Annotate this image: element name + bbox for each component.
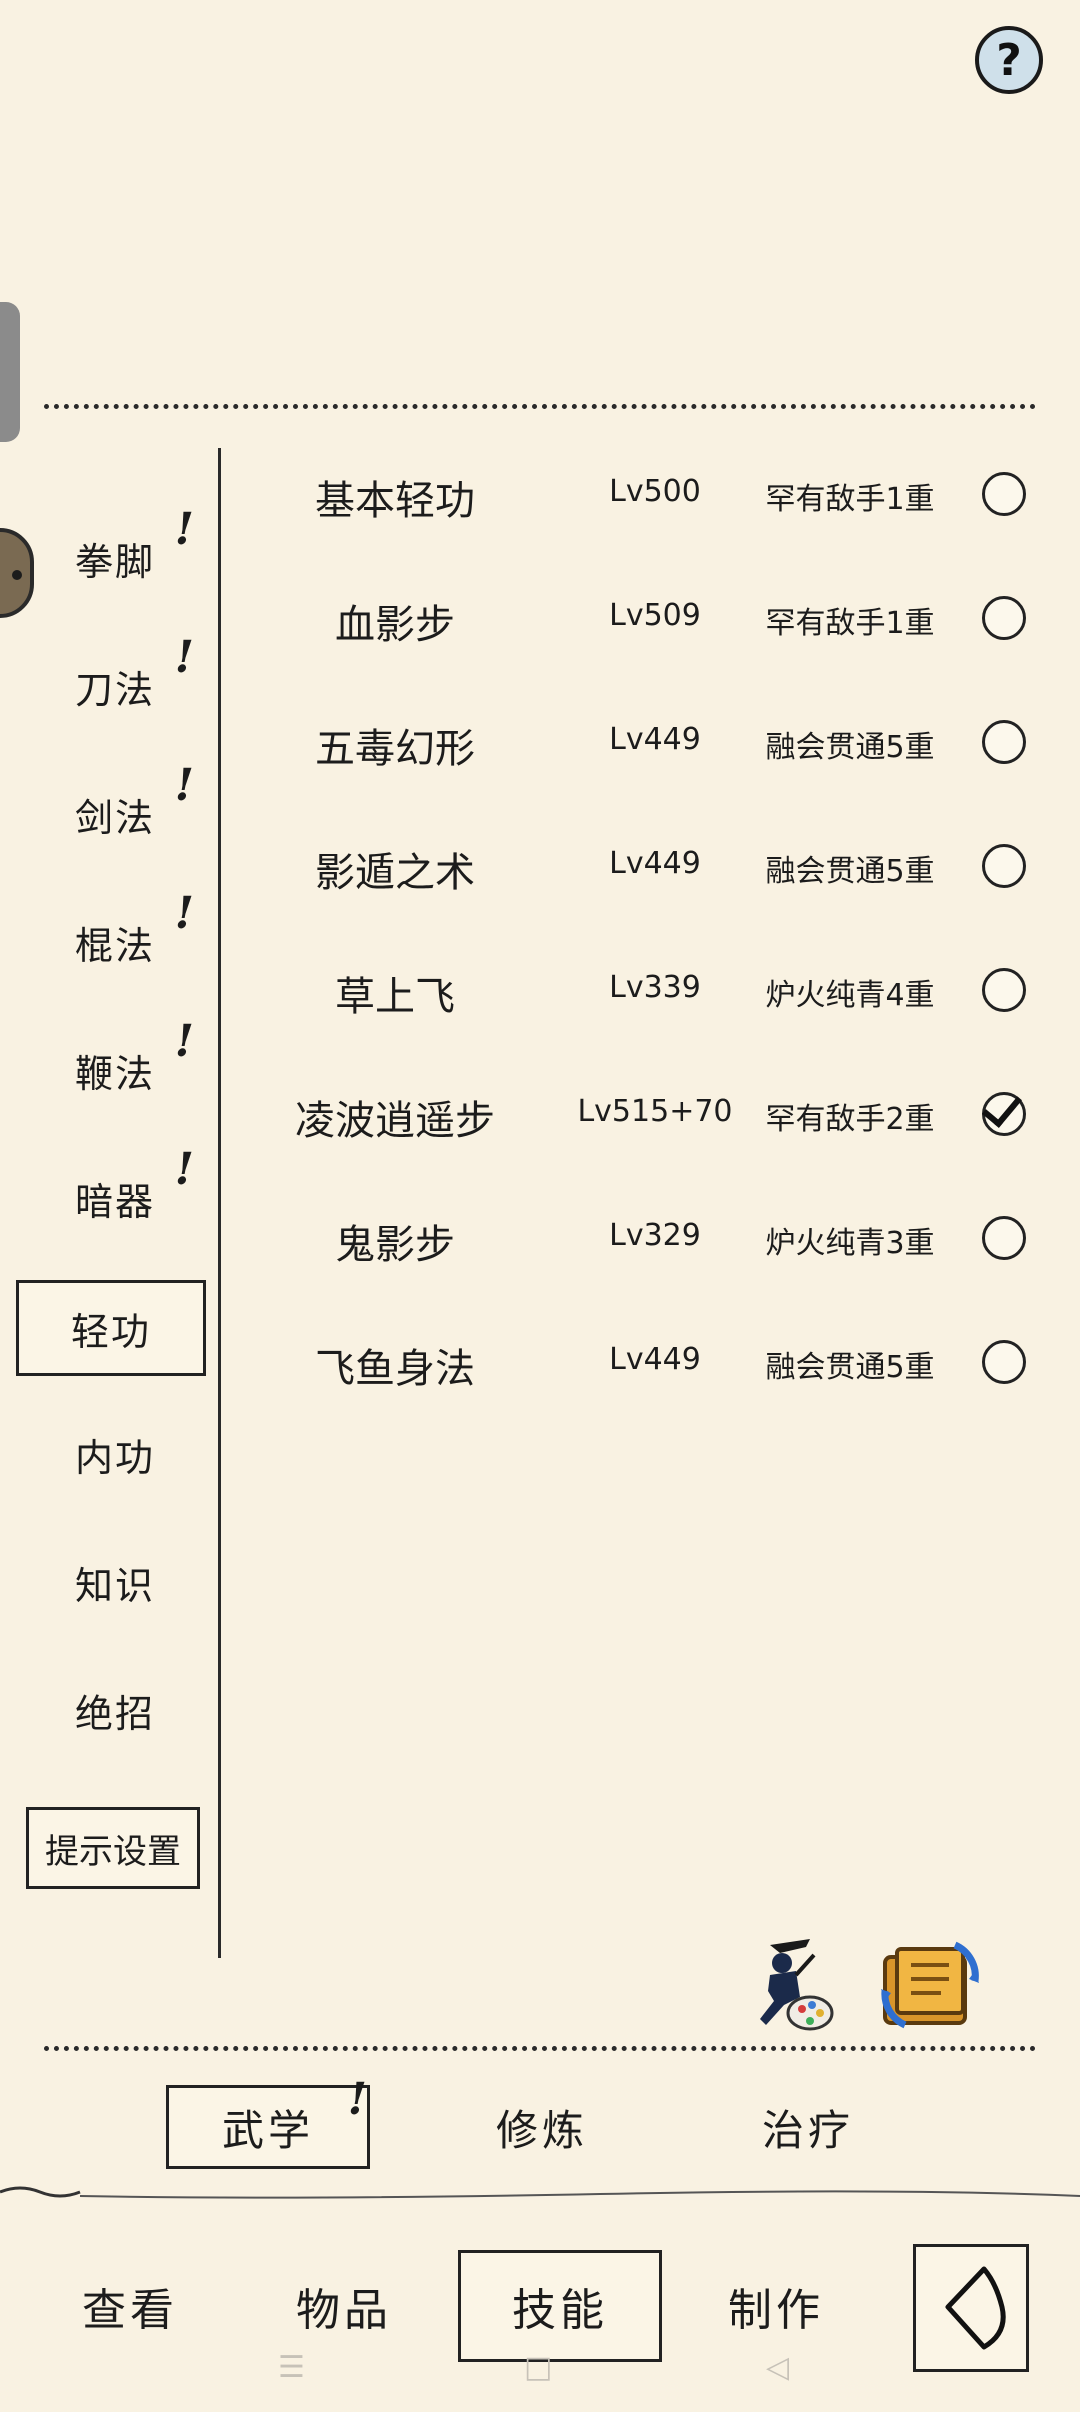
skill-rank: 融会贯通5重 (765, 1350, 935, 1385)
skill-row[interactable]: 五毒幻形 Lv449 融会贯通5重 (240, 690, 1050, 790)
skill-toggle[interactable] (982, 1216, 1026, 1260)
nav-view[interactable]: 查看 (50, 2250, 210, 2362)
skill-row[interactable]: 草上飞 Lv339 炉火纯青4重 (240, 938, 1050, 1038)
sidebar-item-gunfa[interactable]: 棍法! (40, 888, 194, 978)
skill-toggle[interactable] (982, 720, 1026, 764)
system-menu-icon[interactable]: ☰ (278, 2350, 305, 2385)
skill-name: 基本轻功 (315, 478, 475, 524)
back-button[interactable] (913, 2244, 1029, 2372)
skill-name: 五毒幻形 (315, 726, 475, 772)
help-icon: ? (996, 34, 1022, 86)
alert-icon: ! (347, 2074, 371, 2125)
bottom-divider (44, 2046, 1036, 2051)
skill-name: 鬼影步 (335, 1222, 455, 1268)
skill-name: 飞鱼身法 (315, 1346, 475, 1392)
skill-rank: 融会贯通5重 (765, 854, 935, 889)
skill-level: Lv500 (609, 474, 701, 509)
alert-icon: ! (174, 504, 196, 555)
skill-row[interactable]: 凌波逍遥步 Lv515+70 罕有敌手2重 (240, 1062, 1050, 1162)
skill-row[interactable]: 鬼影步 Lv329 炉火纯青3重 (240, 1186, 1050, 1286)
nav-skills[interactable]: 技能 (458, 2250, 662, 2362)
skill-rank: 罕有敌手1重 (765, 606, 935, 641)
skill-row[interactable]: 基本轻功 Lv500 罕有敌手1重 (240, 442, 1050, 542)
skill-rank: 炉火纯青4重 (765, 978, 935, 1013)
skill-rank: 罕有敌手1重 (765, 482, 935, 517)
alert-icon: ! (174, 760, 196, 811)
skill-name: 影遁之术 (315, 850, 475, 896)
hint-settings-button[interactable]: 提示设置 (26, 1807, 200, 1889)
subtab-wuxue[interactable]: 武学 ! (166, 2074, 370, 2169)
skill-toggle[interactable] (982, 1340, 1026, 1384)
alert-icon: ! (174, 632, 196, 683)
skill-toggle[interactable] (982, 596, 1026, 640)
alert-icon: ! (174, 1144, 196, 1195)
sidebar-item-neigong[interactable]: 内功 (40, 1418, 190, 1490)
top-divider (44, 404, 1036, 409)
skill-name: 凌波逍遥步 (295, 1098, 495, 1144)
skill-row[interactable]: 影遁之术 Lv449 融会贯通5重 (240, 814, 1050, 914)
subtab-xiulian[interactable]: 修炼 (440, 2085, 644, 2169)
sidebar-item-anqi[interactable]: 暗器! (40, 1144, 194, 1234)
system-home-icon[interactable]: □ (524, 2350, 552, 2385)
skill-level: Lv339 (609, 970, 701, 1005)
nav-items[interactable]: 物品 (264, 2250, 424, 2362)
system-back-icon[interactable]: ◁ (766, 2350, 789, 2385)
sidebar-item-juezhao[interactable]: 绝招 (40, 1674, 190, 1746)
sidebar-item-jianfa[interactable]: 剑法! (40, 760, 194, 850)
skill-toggle[interactable] (982, 844, 1026, 888)
alert-icon: ! (174, 1016, 196, 1067)
subtab-zhiliao[interactable]: 治疗 (706, 2085, 910, 2169)
skill-level: Lv329 (609, 1218, 701, 1253)
floating-dial-icon[interactable] (0, 528, 34, 618)
skill-rank: 炉火纯青3重 (765, 1226, 935, 1261)
skill-rank: 融会贯通5重 (765, 730, 935, 765)
sidebar-item-zhishi[interactable]: 知识 (40, 1546, 190, 1618)
skill-toggle[interactable] (982, 472, 1026, 516)
skill-level: Lv509 (609, 598, 701, 633)
skill-level: Lv449 (609, 722, 701, 757)
book-exchange-icon[interactable] (875, 1935, 985, 2035)
back-arrow-icon (945, 2266, 1006, 2350)
skill-toggle-checked[interactable] (982, 1092, 1026, 1136)
sidebar-item-qinggong[interactable]: 轻功 (16, 1280, 206, 1376)
skill-name: 草上飞 (335, 974, 455, 1020)
skill-level: Lv449 (609, 846, 701, 881)
skill-toggle[interactable] (982, 968, 1026, 1012)
nav-craft[interactable]: 制作 (696, 2250, 856, 2362)
sidebar-item-daofa[interactable]: 刀法! (40, 632, 194, 722)
nav-divider (0, 2186, 1080, 2199)
help-button[interactable]: ? (975, 26, 1043, 94)
skill-row[interactable]: 飞鱼身法 Lv449 融会贯通5重 (240, 1310, 1050, 1410)
edge-handle[interactable] (0, 302, 20, 442)
sidebar-item-bianfa[interactable]: 鞭法! (40, 1016, 194, 1106)
skill-row[interactable]: 血影步 Lv509 罕有敌手1重 (240, 566, 1050, 666)
ninja-palette-icon[interactable] (740, 1935, 840, 2035)
alert-icon: ! (174, 888, 196, 939)
sidebar-item-quanjiao[interactable]: 拳脚! (40, 504, 194, 594)
sidebar-divider (218, 448, 221, 1958)
skill-level: Lv449 (609, 1342, 701, 1377)
skill-level: Lv515+70 (577, 1094, 733, 1129)
skill-rank: 罕有敌手2重 (765, 1102, 935, 1137)
skill-name: 血影步 (335, 602, 455, 648)
